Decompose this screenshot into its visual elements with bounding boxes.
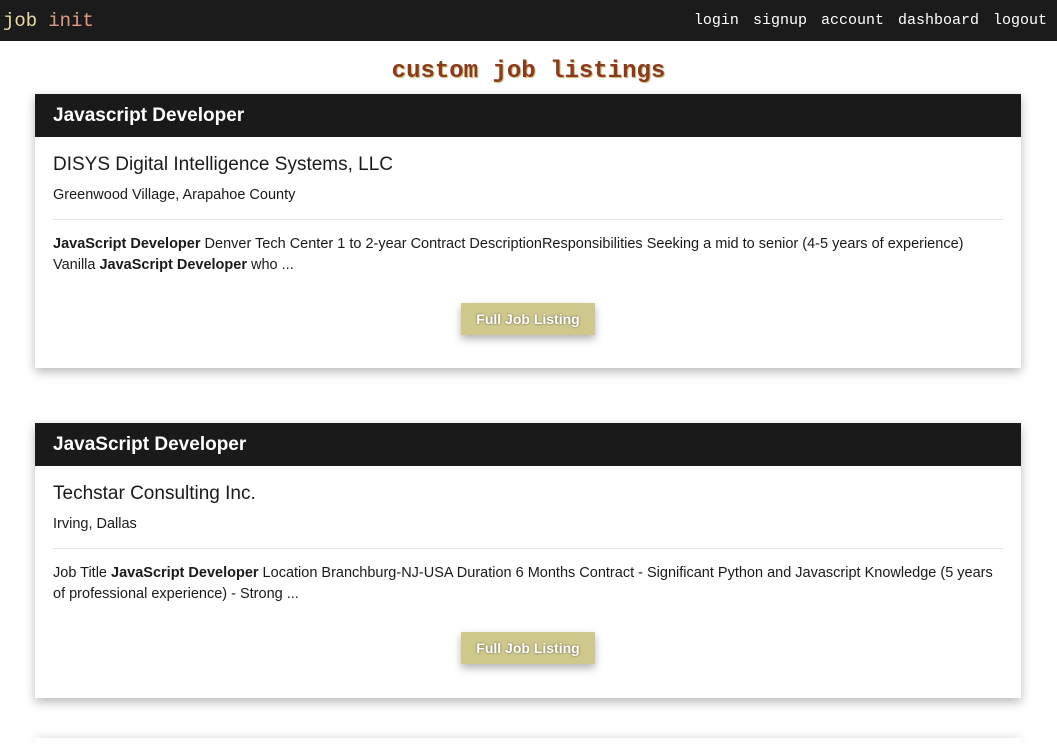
company-name: DISYS Digital Intelligence Systems, LLC <box>53 154 394 175</box>
desc-highlight: JavaScript Developer <box>111 565 259 581</box>
nav-links: login signup account dashboard logout <box>694 12 1047 29</box>
job-card-body: DISYS Digital Intelligence Systems, LLC … <box>35 137 1021 335</box>
nav-logout-link[interactable]: logout <box>993 12 1047 29</box>
job-description: JavaScript Developer Denver Tech Center … <box>53 234 1003 276</box>
top-navbar: job init login signup account dashboard … <box>0 0 1057 41</box>
company-name: Techstar Consulting Inc. <box>53 483 256 504</box>
job-title: Javascript Developer <box>35 94 1021 137</box>
divider <box>53 548 1003 549</box>
job-location: Greenwood Village, Arapahoe County <box>53 187 296 203</box>
job-card: Javascript Developer DISYS Digital Intel… <box>35 94 1021 368</box>
job-description: Job Title JavaScript Developer Location … <box>53 563 1003 605</box>
desc-highlight: JavaScript Developer <box>53 236 201 252</box>
nav-login-link[interactable]: login <box>694 12 739 29</box>
button-wrap: Full Job Listing <box>53 303 1003 335</box>
nav-account-link[interactable]: account <box>821 12 884 29</box>
job-title: JavaScript Developer <box>35 423 1021 466</box>
button-wrap: Full Job Listing <box>53 632 1003 664</box>
brand-logo[interactable]: job init <box>3 10 94 32</box>
desc-text: Job Title <box>53 565 112 581</box>
job-card-partial <box>35 738 1021 744</box>
desc-highlight: JavaScript Developer <box>99 257 247 273</box>
job-card: JavaScript Developer Techstar Consulting… <box>35 423 1021 698</box>
brand-part-job: job <box>3 9 38 32</box>
full-job-listing-button[interactable]: Full Job Listing <box>461 632 595 664</box>
brand-part-init: init <box>48 9 94 32</box>
job-card-body: Techstar Consulting Inc. Irving, Dallas … <box>35 466 1021 664</box>
nav-signup-link[interactable]: signup <box>753 12 807 29</box>
divider <box>53 219 1003 220</box>
nav-dashboard-link[interactable]: dashboard <box>898 12 979 29</box>
full-job-listing-button[interactable]: Full Job Listing <box>461 303 595 335</box>
job-location: Irving, Dallas <box>53 516 137 532</box>
desc-text: who ... <box>246 257 294 273</box>
page-title: custom job listings <box>391 58 666 85</box>
